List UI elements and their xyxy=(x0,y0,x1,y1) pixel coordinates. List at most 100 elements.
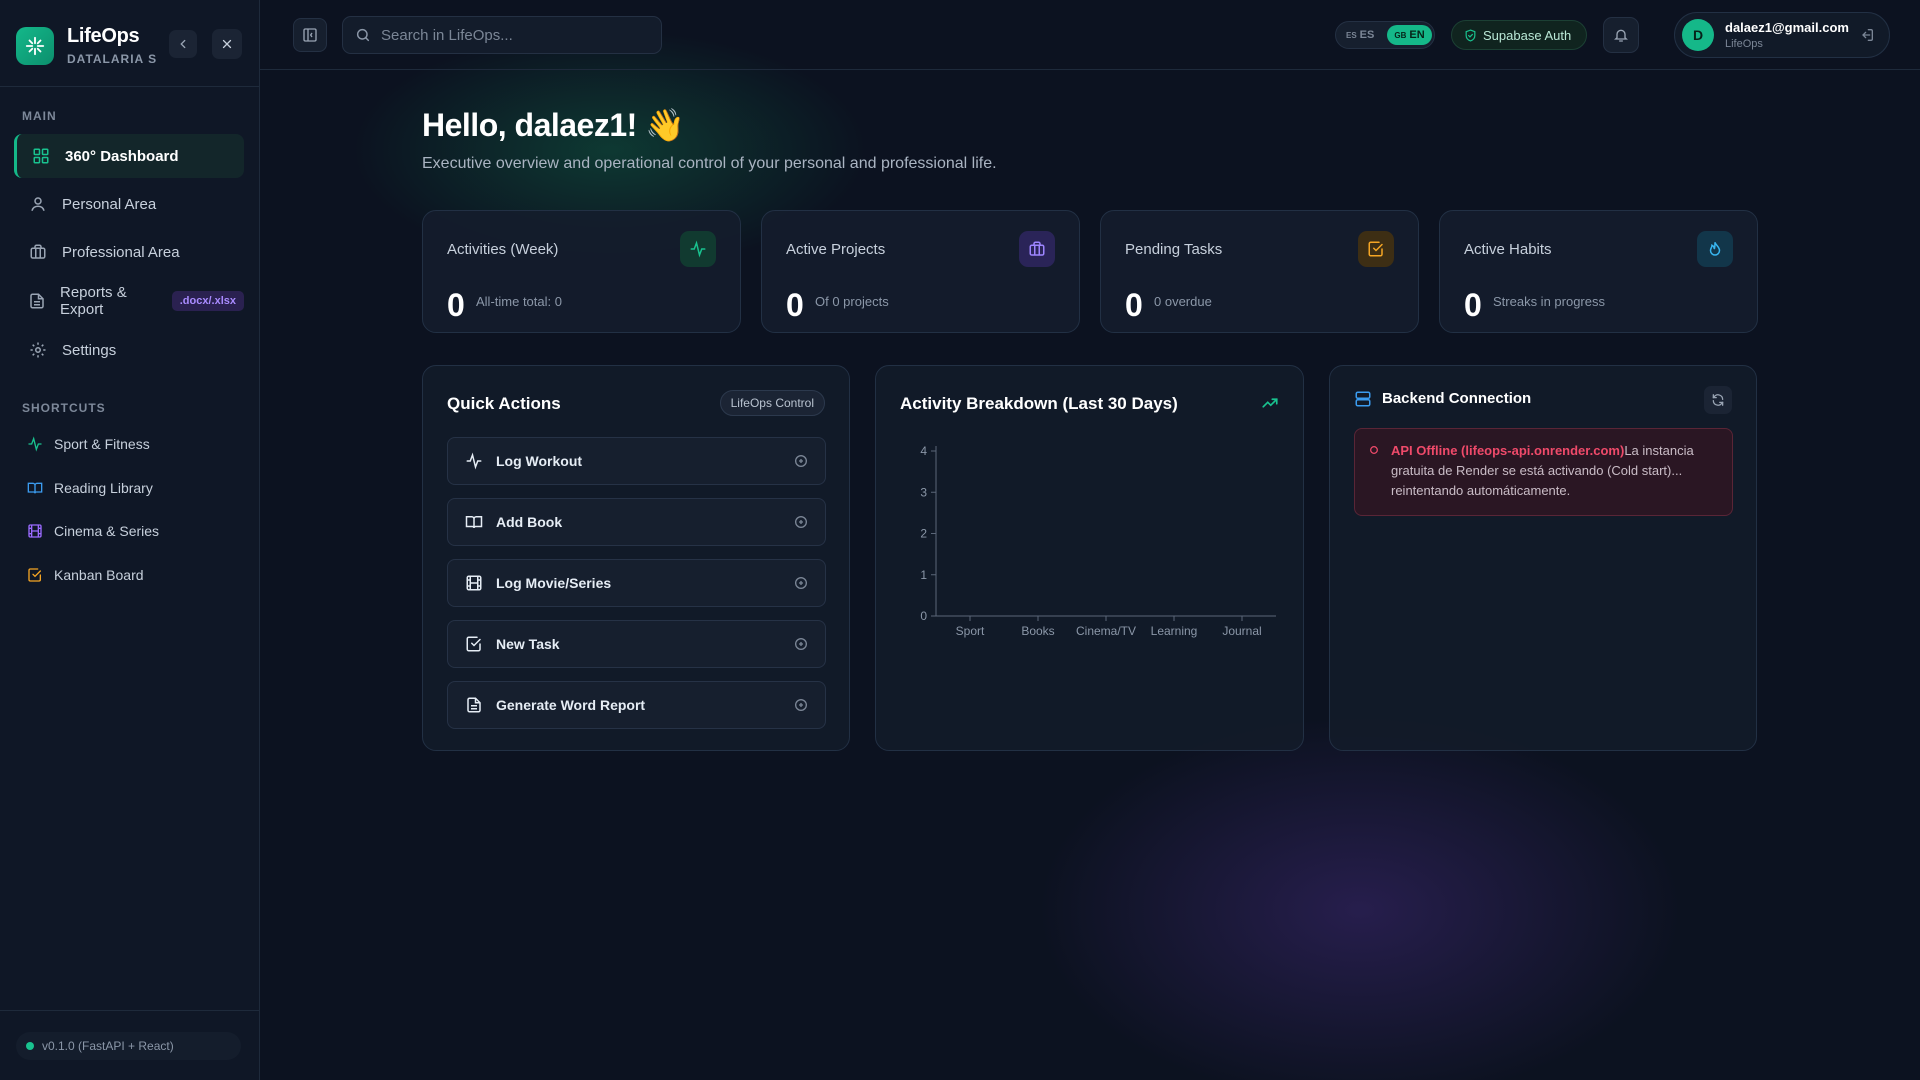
stat-value: 0 xyxy=(786,287,804,323)
alert-title: API Offline (lifeops-api.onrender.com) xyxy=(1391,443,1625,458)
new-task-button[interactable]: New Task xyxy=(447,620,826,668)
version-text: v0.1.0 (FastAPI + React) xyxy=(42,1039,174,1053)
status-dot-icon xyxy=(26,1042,34,1050)
backend-connection-panel: Backend Connection API Offline (lifeops-… xyxy=(1329,365,1757,751)
format-badge: .docx/.xlsx xyxy=(171,291,244,311)
film-icon xyxy=(26,522,44,540)
log-workout-button[interactable]: Log Workout xyxy=(447,437,826,485)
brand[interactable]: LifeOps DATALARIA S1 xyxy=(16,25,157,66)
film-icon xyxy=(464,573,484,593)
stat-label: Pending Tasks xyxy=(1125,241,1223,258)
sidebar-item-personal-area[interactable]: Personal Area xyxy=(14,182,244,226)
shield-check-icon xyxy=(1464,28,1477,42)
sidebar-item-settings[interactable]: Settings xyxy=(14,328,244,372)
x-tick-label: Journal xyxy=(1222,624,1261,638)
plus-circle-icon xyxy=(793,575,809,591)
log-movie-series-button[interactable]: Log Movie/Series xyxy=(447,559,826,607)
shortcut-reading-library[interactable]: Reading Library xyxy=(26,477,153,499)
add-book-button[interactable]: Add Book xyxy=(447,498,826,546)
action-label: Add Book xyxy=(496,514,563,530)
book-icon xyxy=(464,512,484,532)
flag-es-icon: ES xyxy=(1346,31,1357,40)
section-label-shortcuts: SHORTCUTS xyxy=(22,401,106,415)
sidebar-divider xyxy=(0,86,260,87)
y-tick-label: 4 xyxy=(920,444,927,458)
user-email: dalaez1@gmail.com xyxy=(1725,20,1849,35)
activity-icon xyxy=(680,231,716,267)
stat-value: 0 xyxy=(1125,287,1143,323)
sidebar-item-professional-area[interactable]: Professional Area xyxy=(14,230,244,274)
page-title: Hello, dalaez1! 👋 xyxy=(422,107,685,143)
shortcut-kanban-board[interactable]: Kanban Board xyxy=(26,564,144,586)
shortcut-label: Sport & Fitness xyxy=(54,436,150,452)
x-tick-label: Books xyxy=(1021,624,1054,638)
shortcut-label: Reading Library xyxy=(54,480,153,496)
background-glow-purple xyxy=(1010,700,1710,1080)
shortcut-cinema-series[interactable]: Cinema & Series xyxy=(26,520,159,542)
stat-label: Activities (Week) xyxy=(447,241,559,258)
user-menu[interactable]: D dalaez1@gmail.com LifeOps xyxy=(1674,12,1890,58)
server-icon xyxy=(1354,390,1372,408)
book-icon xyxy=(26,479,44,497)
search-input[interactable] xyxy=(381,26,641,44)
flag-gb-icon: GB xyxy=(1394,31,1407,40)
stat-card-active-habits[interactable]: Active Habits 0 xyxy=(1439,210,1758,333)
brand-subtitle: DATALARIA S1 xyxy=(67,52,157,66)
version-badge: v0.1.0 (FastAPI + React) xyxy=(16,1032,241,1060)
grid-icon xyxy=(31,146,51,166)
activity-chart: 0 1 2 3 4 Sport Books Cinema/TV Learning Journal xyxy=(920,444,1276,638)
stat-card-pending-tasks[interactable]: Pending Tasks 0 xyxy=(1100,210,1419,333)
check-square-icon xyxy=(1358,231,1394,267)
sidebar-panel-icon xyxy=(303,28,317,42)
generate-word-report-button[interactable]: Generate Word Report xyxy=(447,681,826,729)
auth-label: Supabase Auth xyxy=(1483,27,1572,43)
topbar: ESES GBEN Supabase Auth D dalaez1@gmail.… xyxy=(260,0,1920,70)
action-label: Generate Word Report xyxy=(496,697,646,713)
refresh-icon xyxy=(1712,394,1724,406)
stat-note: Streaks in progress xyxy=(1493,294,1605,309)
panel-title: Quick Actions xyxy=(447,394,561,413)
shortcut-sport-fitness[interactable]: Sport & Fitness xyxy=(26,433,150,455)
stat-label: Active Projects xyxy=(786,241,886,258)
sidebar-footer-divider xyxy=(0,1010,260,1011)
action-label: Log Workout xyxy=(496,453,583,469)
search-icon xyxy=(356,28,370,42)
shortcut-label: Kanban Board xyxy=(54,567,144,583)
chart-title: Activity Breakdown (Last 30 Days) xyxy=(900,394,1178,413)
stat-value: 0 xyxy=(447,287,465,323)
action-label: New Task xyxy=(496,636,560,652)
language-toggle[interactable]: ES ES GB EN xyxy=(1335,21,1435,49)
plus-circle-icon xyxy=(793,697,809,713)
briefcase-icon xyxy=(28,242,48,262)
lang-option-es[interactable]: ES ES xyxy=(1339,25,1381,45)
bell-icon xyxy=(1614,29,1628,42)
stat-card-active-projects[interactable]: Active Projects 0 xyxy=(761,210,1080,333)
section-label-main: MAIN xyxy=(22,109,57,123)
stat-note: 0 overdue xyxy=(1154,294,1212,309)
page-subtitle: Executive overview and operational contr… xyxy=(422,155,997,172)
plus-circle-icon xyxy=(793,636,809,652)
sidebar-item-reports-export[interactable]: Reports & Export .docx/.xlsx xyxy=(14,279,244,323)
refresh-button[interactable] xyxy=(1704,386,1732,414)
sidebar-item-label: Personal Area xyxy=(62,195,157,213)
stat-card-activities[interactable]: Activities (Week) 0 xyxy=(422,210,741,333)
close-sidebar-button[interactable] xyxy=(212,29,242,59)
lang-option-en[interactable]: GB EN xyxy=(1387,25,1432,45)
check-square-icon xyxy=(26,566,44,584)
lang-es-label: ES xyxy=(1359,29,1375,41)
api-offline-alert: API Offline (lifeops-api.onrender.com)La… xyxy=(1354,428,1733,516)
search-box[interactable] xyxy=(342,16,662,54)
toggle-sidebar-button[interactable] xyxy=(293,18,327,52)
panel-badge: LifeOps Control xyxy=(719,390,825,416)
alert-circle-icon xyxy=(1369,445,1379,455)
logout-icon[interactable] xyxy=(1859,27,1875,43)
file-icon xyxy=(28,291,46,311)
check-square-icon xyxy=(464,634,484,654)
collapse-sidebar-button[interactable] xyxy=(169,30,197,58)
notifications-button[interactable] xyxy=(1603,17,1639,53)
sidebar-item-dashboard[interactable]: 360° Dashboard xyxy=(14,134,244,178)
logo-icon xyxy=(16,26,54,65)
y-tick-label: 1 xyxy=(920,568,927,582)
sidebar-item-label: Reports & Export xyxy=(60,284,127,318)
stat-value: 0 xyxy=(1464,287,1482,323)
